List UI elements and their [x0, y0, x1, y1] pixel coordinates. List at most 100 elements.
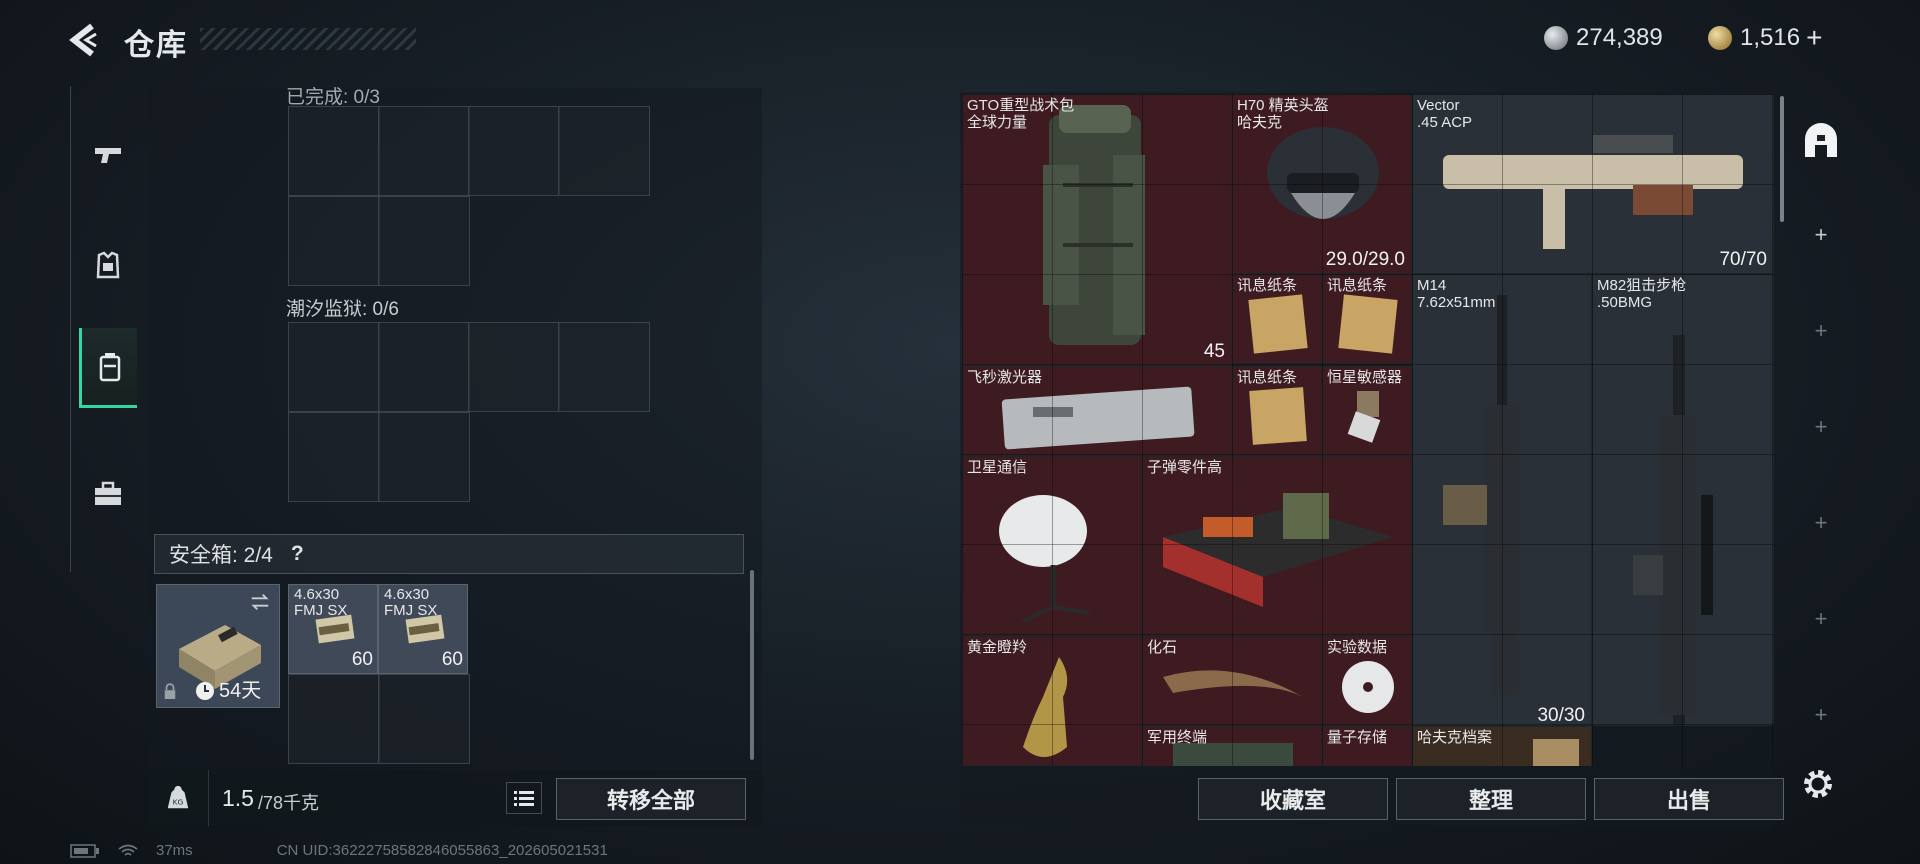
rifle-image	[1443, 295, 1519, 695]
item-name: 讯息纸条	[1237, 369, 1298, 386]
item-name: 实验数据	[1327, 639, 1388, 656]
swap-icon[interactable]	[249, 591, 271, 613]
status-bar: 37ms CN UID:3622275858284605586​3_202605…	[70, 842, 608, 859]
grid-slot[interactable]	[378, 412, 470, 502]
gold-coin-icon	[1708, 26, 1732, 50]
grid-slot[interactable]	[378, 674, 470, 764]
silver-currency: 274,389	[1544, 22, 1663, 54]
ammo-count: 60	[351, 649, 373, 670]
lock-icon	[164, 683, 176, 699]
clock-icon	[196, 682, 214, 700]
item-name: 讯息纸条	[1237, 277, 1298, 294]
item-name: H70 精英头盔 哈夫克	[1237, 97, 1329, 131]
inventory-item-quantum-storage[interactable]: 量子存储	[1322, 726, 1412, 766]
grid-slot[interactable]	[288, 196, 380, 286]
antelope-statue-image	[1023, 657, 1068, 757]
satellite-dish-image	[999, 495, 1090, 623]
gear-icon	[1804, 770, 1832, 798]
inventory-item-military-terminal[interactable]: 军用终端	[1142, 726, 1322, 766]
silver-amount: 274,389	[1576, 24, 1663, 51]
add-container-button[interactable]: +	[1808, 222, 1834, 248]
item-name: 量子存储	[1327, 729, 1388, 746]
collection-room-button[interactable]: 收藏室	[1198, 778, 1388, 820]
container-rail: + + + + + +	[1790, 94, 1852, 764]
inventory-item-m82[interactable]: M82狙击步枪 .50BMG	[1592, 274, 1774, 726]
inventory-item-golden-antelope[interactable]: 黄金瞪羚	[962, 636, 1142, 766]
inventory-grid: GTO重型战术包 全球力量 45 H70 精英头盔 哈夫克 29.0/29.0 …	[962, 94, 1774, 766]
warehouse-icon	[1805, 123, 1837, 157]
add-container-button[interactable]: +	[1808, 702, 1834, 728]
grid-slot[interactable]	[378, 196, 470, 286]
ammo-name: 4.6x30 FMJ SX	[384, 586, 438, 619]
item-name: 哈夫克档案	[1417, 729, 1493, 746]
page-title: 仓库	[124, 28, 188, 63]
tab-storage[interactable]	[79, 328, 137, 408]
inventory-item-gto-backpack[interactable]: GTO重型战术包 全球力量 45	[962, 94, 1232, 366]
inventory-item-note[interactable]: 讯息纸条	[1232, 274, 1322, 364]
grid-slot[interactable]	[468, 106, 560, 196]
add-gold-button[interactable]: +	[1806, 22, 1822, 54]
inventory-item-laser[interactable]: 飞秒激光器	[962, 366, 1232, 456]
grid-slot[interactable]	[558, 322, 650, 412]
organize-button[interactable]: 整理	[1396, 778, 1586, 820]
left-scrollbar[interactable]	[750, 570, 754, 760]
ammo-item[interactable]: 4.6x30 FMJ SX 60	[378, 584, 468, 674]
sell-button[interactable]: 出售	[1594, 778, 1784, 820]
safebox-help-button[interactable]: ?	[291, 542, 304, 566]
inventory-item-satellite[interactable]: 卫星通信	[962, 456, 1142, 636]
inventory-item-ammo-parts[interactable]: 子弹零件高	[1142, 456, 1412, 636]
grid-slot[interactable]	[288, 322, 380, 412]
backpack-image	[1043, 105, 1145, 345]
grid-slot[interactable]	[558, 106, 650, 196]
inventory-item-note[interactable]: 讯息纸条	[1232, 366, 1322, 456]
inventory-item-fossil[interactable]: 化石	[1142, 636, 1322, 726]
item-name: 军用终端	[1147, 729, 1208, 746]
inventory-item-note[interactable]: 讯息纸条	[1322, 274, 1412, 364]
inventory-item-havk-archive[interactable]: 哈夫克档案	[1412, 726, 1592, 766]
safebox-days: 54天	[219, 680, 262, 702]
storage-tab[interactable]	[1796, 116, 1846, 166]
inventory-item-exp-data[interactable]: 实验数据	[1322, 636, 1412, 726]
grid-slot[interactable]	[378, 106, 470, 196]
item-name: M82狙击步枪 .50BMG	[1597, 277, 1687, 311]
inventory-item-m14[interactable]: M14 7.62x51mm 30/30	[1412, 274, 1592, 726]
grid-slot[interactable]	[288, 106, 380, 196]
grid-slot[interactable]	[378, 322, 470, 412]
item-name: M14 7.62x51mm	[1417, 277, 1496, 311]
add-container-button[interactable]: +	[1808, 510, 1834, 536]
back-button[interactable]	[66, 20, 106, 60]
item-name: 化石	[1147, 639, 1178, 656]
inventory-item-h70-helmet[interactable]: H70 精英头盔 哈夫克 29.0/29.0	[1232, 94, 1412, 274]
item-name: 卫星通信	[967, 459, 1028, 476]
gold-currency[interactable]: 1,516 +	[1708, 22, 1822, 54]
ping-value: 37ms	[156, 842, 193, 859]
settings-button[interactable]	[1800, 766, 1836, 802]
back-arrow-icon	[69, 23, 97, 57]
inventory-item-vector[interactable]: Vector .45 ACP 70/70	[1412, 94, 1774, 274]
armor-icon	[96, 251, 120, 279]
add-container-button[interactable]: +	[1808, 414, 1834, 440]
grid-slot[interactable]	[468, 322, 560, 412]
ammo-name: 4.6x30 FMJ SX	[294, 586, 348, 619]
item-name: 恒星敏感器	[1327, 369, 1403, 386]
inventory-item-sensor[interactable]: 恒星敏感器	[1322, 366, 1412, 456]
grid-slot[interactable]	[288, 674, 380, 764]
tab-equipment[interactable]	[79, 228, 137, 304]
add-container-button[interactable]: +	[1808, 318, 1834, 344]
list-view-button[interactable]	[506, 782, 542, 814]
inventory-scrollbar[interactable]	[1780, 96, 1784, 222]
top-section-label: 已完成: 0/3	[286, 87, 380, 108]
grid-slot[interactable]	[288, 412, 380, 502]
item-name: 子弹零件高	[1147, 459, 1223, 476]
item-durability: 29.0/29.0	[1325, 249, 1405, 270]
transfer-all-button[interactable]: 转移全部	[556, 778, 746, 820]
battery-icon	[70, 843, 99, 858]
tab-toolbox[interactable]	[79, 456, 137, 532]
ammo-item[interactable]: 4.6x30 FMJ SX 60	[288, 584, 378, 674]
tab-weapons[interactable]	[79, 116, 137, 192]
ammo-parts-crate-image	[1163, 493, 1393, 607]
safebox-container[interactable]: 54天	[156, 584, 280, 708]
uid-text: CN UID:3622275858284605586​3_20260502153…	[276, 842, 608, 859]
add-container-button[interactable]: +	[1808, 606, 1834, 632]
gold-amount: 1,516	[1740, 24, 1801, 51]
